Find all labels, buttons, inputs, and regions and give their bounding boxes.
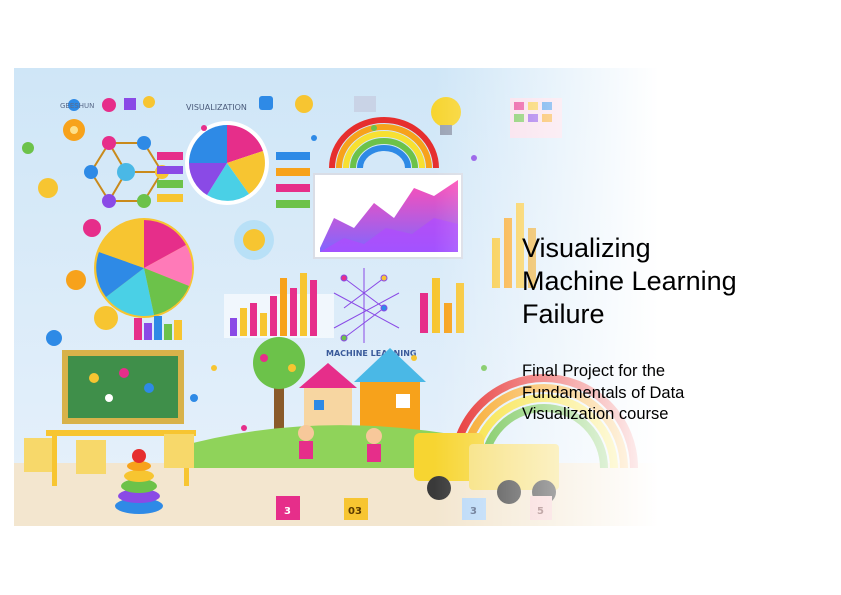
chalkboard [62, 350, 184, 424]
slide-title: Visualizing Machine Learning Failure [522, 232, 822, 331]
slide-subtitle: Final Project for the Fundamentals of Da… [522, 361, 822, 426]
slide-subtitle-line-3: Visualization course [522, 405, 669, 423]
big-pie-chart [94, 218, 194, 318]
slide-subtitle-line-2: Fundamentals of Data [522, 383, 685, 402]
slide: GEESHUN VISUALIZATION MACHINE LEARNING 3… [0, 0, 841, 595]
block-label-1: 3 [284, 506, 291, 517]
banner-top: VISUALIZATION [186, 103, 247, 112]
top-pie-chart [185, 121, 269, 205]
slide-title-line-3: Failure [522, 299, 605, 329]
slide-title-line-2: Machine Learning [522, 266, 737, 296]
corner-label: GEESHUN [60, 102, 94, 110]
slide-title-line-1: Visualizing [522, 233, 651, 263]
sun-flower-icon [234, 220, 274, 260]
block-label-2: 03 [348, 506, 362, 517]
slide-subtitle-line-1: Final Project for the [522, 362, 666, 380]
banner-center: MACHINE LEARNING [326, 349, 417, 358]
